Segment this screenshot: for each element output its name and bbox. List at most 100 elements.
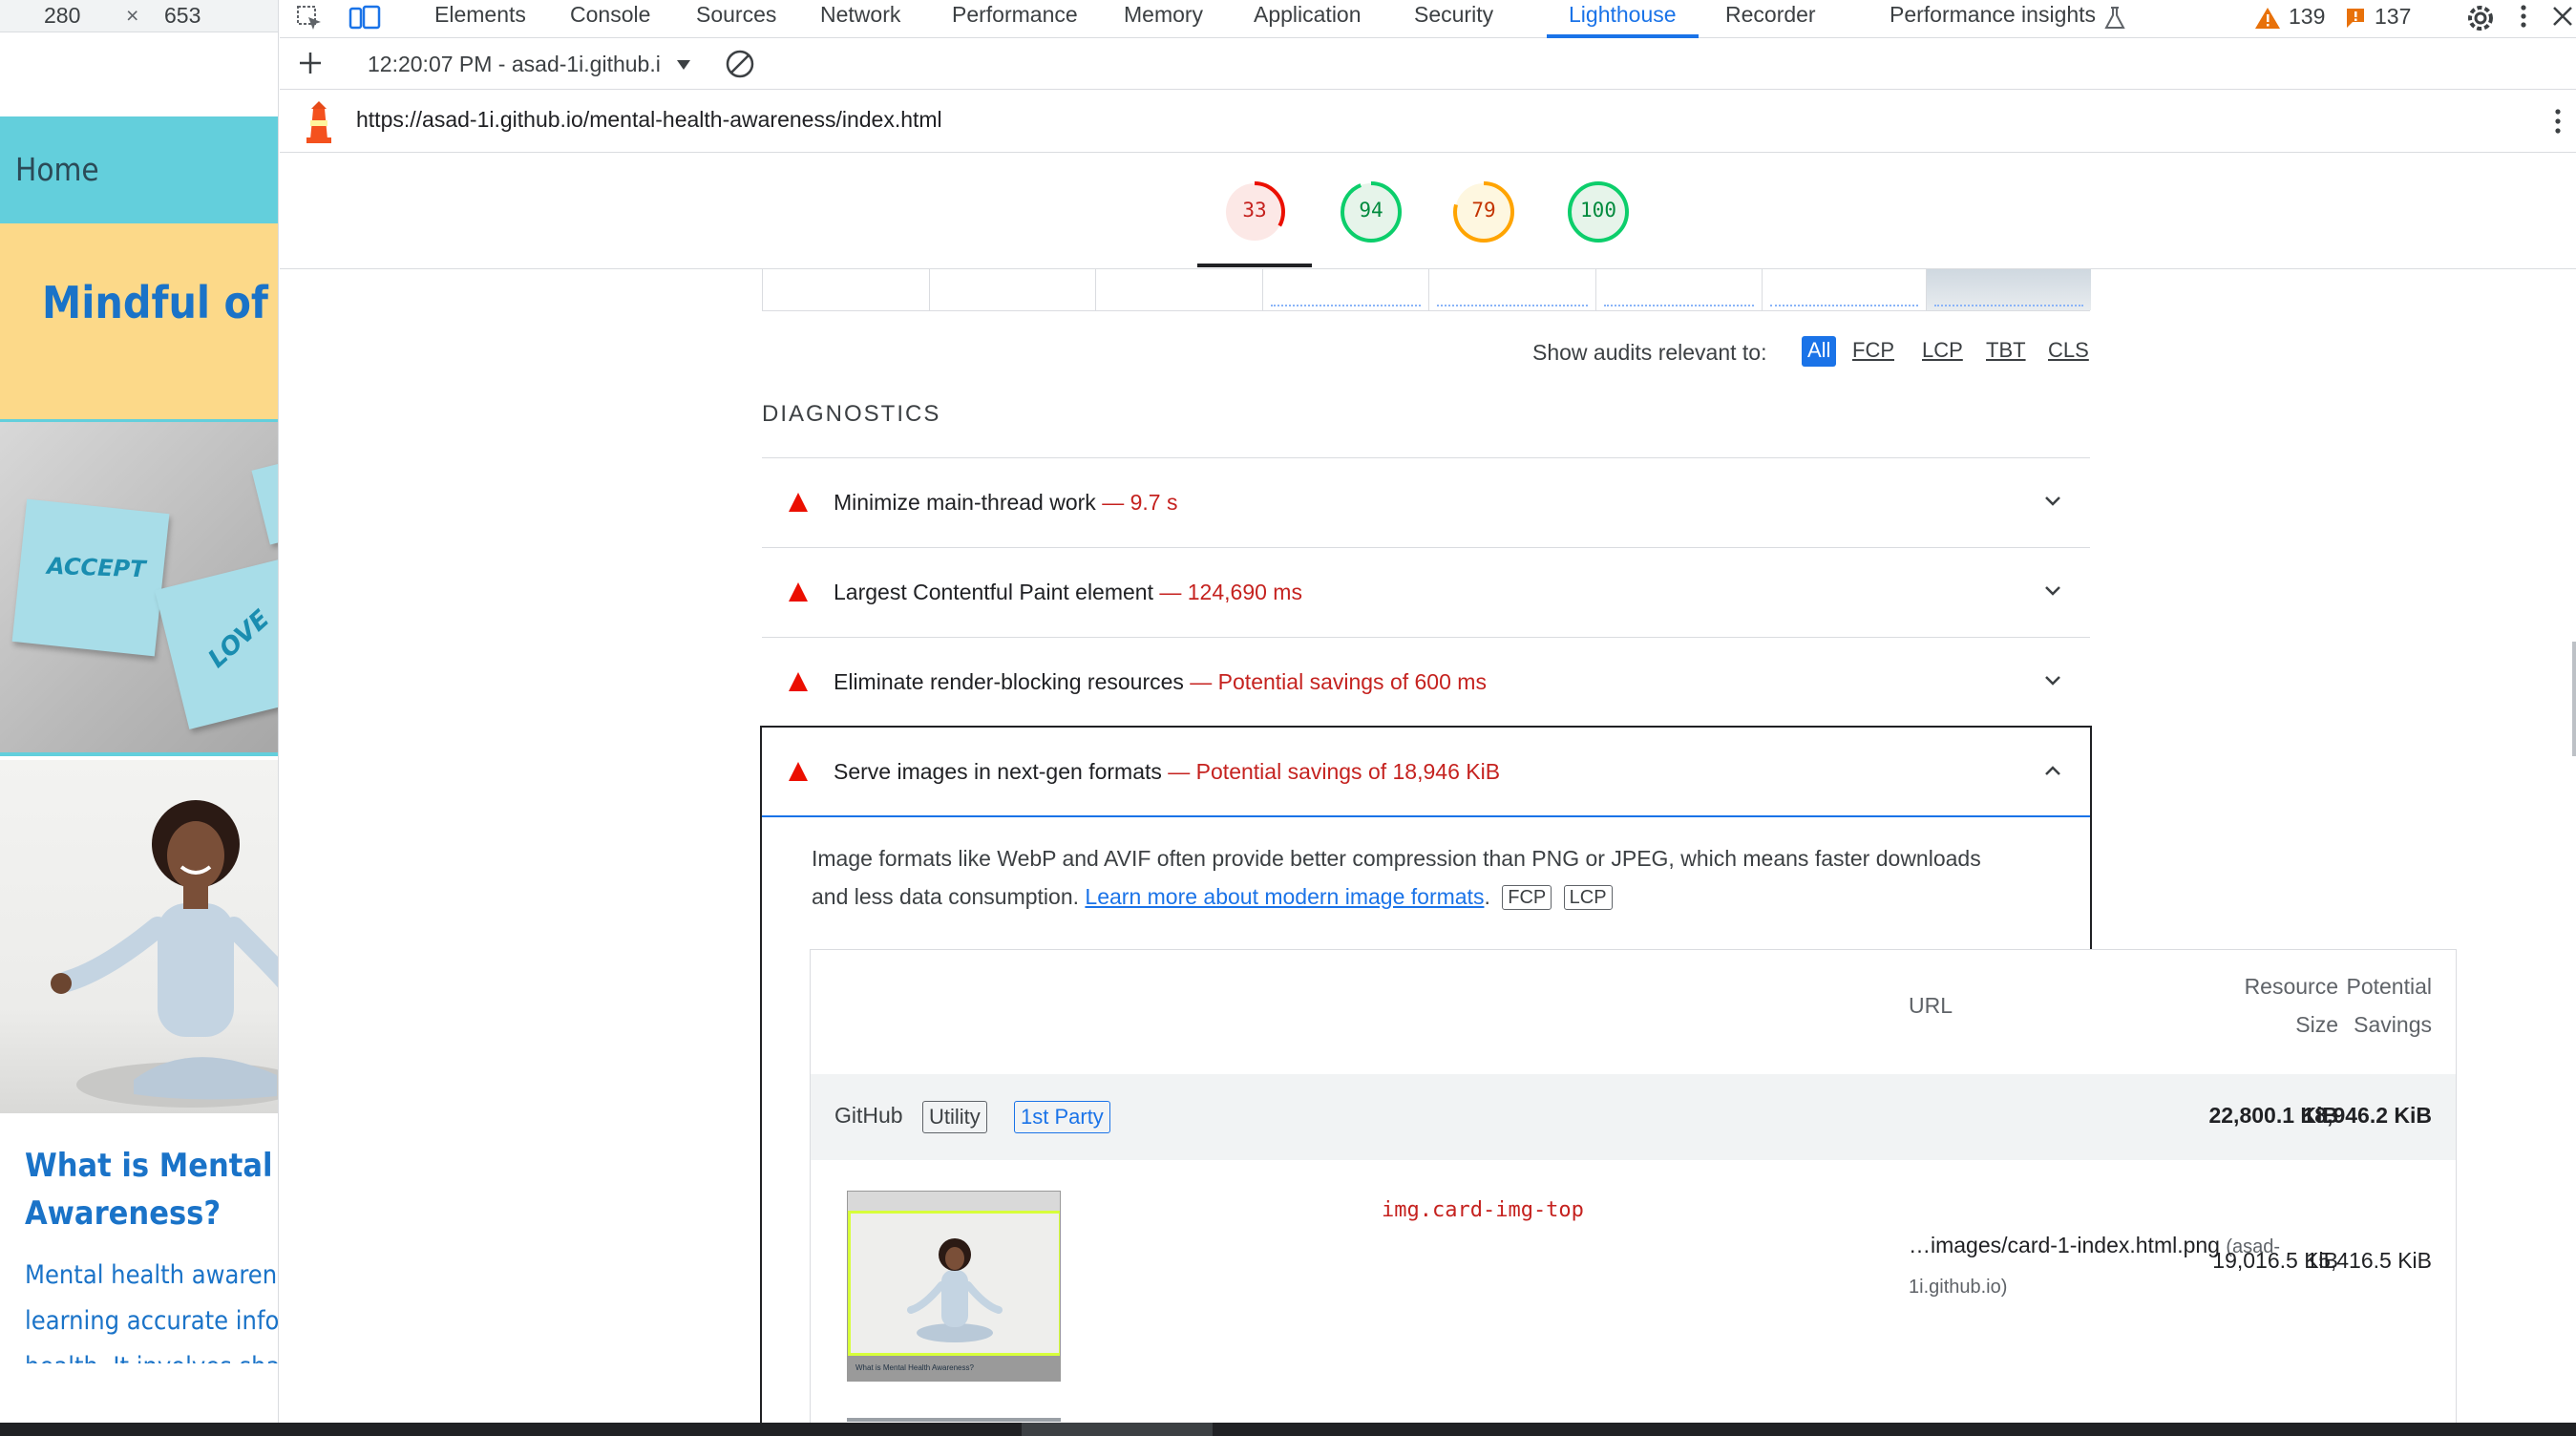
tab-lighthouse[interactable]: Lighthouse	[1569, 2, 1677, 28]
viewport-height[interactable]: 653	[164, 3, 201, 29]
report-url-bar: https://asad-1i.github.io/mental-health-…	[280, 90, 2576, 153]
tab-performance-insights[interactable]: Performance insights	[1890, 2, 2096, 28]
dropdown-arrow-icon[interactable]	[675, 53, 692, 71]
site-brand-banner: Mindful of Me	[0, 223, 278, 422]
device-toolbar-icon[interactable]	[348, 4, 381, 32]
score-gauge-accessibility[interactable]: 94	[1340, 180, 1403, 243]
entity-badge-first-party: 1st Party	[1014, 1101, 1110, 1133]
audit-row-render-blocking[interactable]: Eliminate render-blocking resources — Po…	[762, 637, 2090, 727]
chevron-up-icon[interactable]	[2040, 758, 2065, 783]
report-selector[interactable]: 12:20:07 PM - asad-1i.github.i	[368, 52, 661, 77]
audit-row-lcp-element[interactable]: Largest Contentful Paint element — 124,6…	[762, 547, 2090, 637]
filmstrip-frame	[1429, 269, 1596, 310]
tab-network[interactable]: Network	[820, 2, 900, 28]
score-gauge-best-practices[interactable]: 79	[1452, 180, 1515, 243]
fail-triangle-icon	[789, 493, 808, 512]
note-text-love: LOVE	[202, 604, 276, 674]
lighthouse-toolbar: 12:20:07 PM - asad-1i.github.i	[280, 38, 2576, 90]
tab-console[interactable]: Console	[570, 2, 650, 28]
scrollbar-thumb[interactable]	[2572, 642, 2576, 756]
score-value: 79	[1471, 199, 1496, 222]
filmstrip-frame	[1263, 269, 1429, 310]
score-value: 100	[1580, 199, 1616, 222]
tab-performance[interactable]: Performance	[952, 2, 1078, 28]
new-report-plus-icon[interactable]	[297, 50, 324, 76]
filmstrip-frame	[1763, 269, 1927, 310]
paragraph-line: learning accurate information	[25, 1306, 279, 1336]
learn-more-link[interactable]: Learn more about modern image formats	[1085, 884, 1484, 909]
audit-row-main-thread[interactable]: Minimize main-thread work — 9.7 s	[762, 457, 2090, 547]
warning-icon[interactable]	[2254, 6, 2281, 31]
audit-description: Image formats like WebP and AVIF often p…	[812, 839, 2034, 916]
fail-triangle-icon	[789, 762, 808, 781]
column-header-resource-size: Resource Size	[2244, 974, 2338, 1037]
filter-tbt[interactable]: TBT	[1980, 336, 2032, 367]
close-devtools-icon[interactable]	[2550, 4, 2575, 31]
sticky-note: ACCEPT	[11, 498, 170, 657]
tab-application[interactable]: Application	[1254, 2, 1362, 28]
taskbar-strip	[0, 1423, 2576, 1436]
filter-all[interactable]: All	[1802, 336, 1837, 367]
viewport-width[interactable]: 280	[44, 3, 80, 29]
paragraph-line: Mental health awareness is	[25, 1260, 278, 1290]
page-viewport: 280 × 653 Home Mindful of Me ACCEPT LOVE	[0, 0, 279, 1436]
filter-cls[interactable]: CLS	[2042, 336, 2095, 367]
nav-home-link[interactable]: Home	[15, 151, 99, 188]
fail-triangle-icon	[789, 582, 808, 602]
filmstrip-frame	[1096, 269, 1263, 310]
meditation-image	[0, 760, 278, 1113]
sticky-notes-image: ACCEPT LOVE	[0, 422, 278, 756]
item-potential-savings: 15,416.5 KiB	[2306, 1248, 2432, 1273]
report-menu-icon[interactable]	[2553, 107, 2563, 137]
filter-lcp[interactable]: LCP	[1916, 336, 1969, 367]
chevron-down-icon[interactable]	[2040, 489, 2065, 514]
inspect-element-icon[interactable]	[295, 4, 324, 32]
tab-recorder[interactable]: Recorder	[1725, 2, 1816, 28]
fail-triangle-icon	[789, 672, 808, 691]
site-brand-title: Mindful of Me	[42, 277, 278, 328]
description-line: Image formats like WebP and AVIF often p…	[812, 846, 1981, 871]
node-selector[interactable]: img.card-img-top	[1382, 1198, 1584, 1222]
tab-security[interactable]: Security	[1414, 2, 1493, 28]
score-value: 33	[1242, 199, 1267, 222]
sticky-note: LOVE	[155, 556, 278, 729]
flask-icon	[2103, 6, 2126, 31]
lighthouse-report: Show audits relevant to: All FCP LCP TBT…	[280, 269, 2576, 1423]
active-category-indicator	[1197, 264, 1312, 267]
devtools-tab-bar: Elements Console Sources Network Perform…	[280, 0, 2576, 38]
heading-line: What is Mental Health	[25, 1147, 278, 1185]
image-thumbnail[interactable]: What is Mental Health Awareness?	[847, 1191, 1061, 1382]
chevron-down-icon[interactable]	[2040, 668, 2065, 693]
audit-title: Eliminate render-blocking resources — Po…	[834, 669, 1487, 694]
group-entity-name: GitHub	[834, 1103, 903, 1128]
dimension-separator: ×	[126, 3, 139, 28]
score-gauge-seo[interactable]: 100	[1567, 180, 1630, 243]
chevron-down-icon[interactable]	[2040, 579, 2065, 603]
filter-fcp[interactable]: FCP	[1847, 336, 1900, 367]
clear-reports-icon[interactable]	[725, 49, 755, 79]
table-group-row: GitHub Utility 1st Party 22,800.1 KiB 18…	[811, 1074, 2456, 1160]
tab-memory[interactable]: Memory	[1124, 2, 1203, 28]
issues-icon[interactable]	[2344, 6, 2367, 31]
warnings-count[interactable]: 139	[2289, 4, 2325, 30]
tab-elements[interactable]: Elements	[434, 2, 526, 28]
entity-badge-utility: Utility	[922, 1101, 987, 1133]
group-potential-savings: 18,946.2 KiB	[2302, 1103, 2432, 1128]
report-url: https://asad-1i.github.io/mental-health-…	[356, 107, 942, 132]
settings-gear-icon[interactable]	[2464, 2, 2497, 34]
audit-title: Minimize main-thread work — 9.7 s	[834, 490, 1178, 515]
audit-title: Largest Contentful Paint element — 124,6…	[834, 580, 1302, 604]
audit-row-next-gen-formats[interactable]: Serve images in next-gen formats — Poten…	[762, 728, 2090, 817]
description-line: and less data consumption. Learn more ab…	[812, 877, 2034, 916]
metric-badge-lcp: LCP	[1563, 885, 1613, 910]
category-scores: 33 94 79 100	[280, 153, 2576, 269]
more-options-icon[interactable]	[2518, 2, 2529, 32]
site-section-paragraph: Mental health awareness is learning accu…	[25, 1253, 279, 1363]
issues-count[interactable]: 137	[2375, 4, 2411, 30]
filmstrip-frame	[763, 269, 930, 310]
score-value: 94	[1359, 199, 1383, 222]
tab-sources[interactable]: Sources	[696, 2, 776, 28]
score-gauge-performance[interactable]: 33	[1223, 180, 1286, 243]
lighthouse-logo-icon	[303, 99, 335, 143]
thumbnail-illustration	[907, 1238, 1003, 1342]
